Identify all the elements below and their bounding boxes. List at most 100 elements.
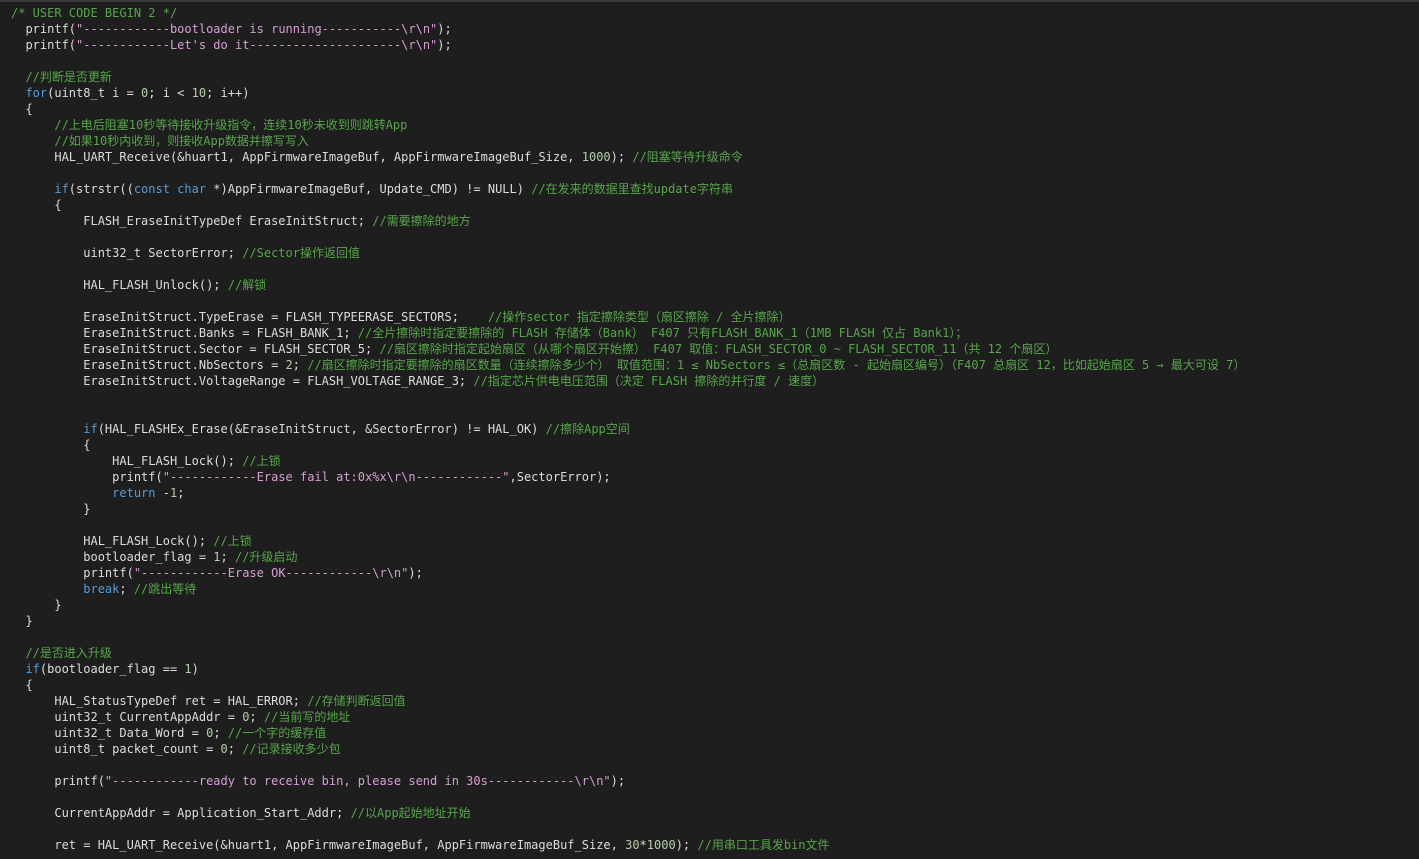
code-token: uint8_t packet_count =: [11, 742, 221, 756]
code-line: //如果10秒内收到，则接收App数据并擦写写入: [11, 133, 1245, 149]
code-token: {: [11, 438, 91, 452]
code-token: ;: [177, 486, 185, 500]
code-token: }: [11, 598, 62, 612]
code-line: {: [11, 197, 1245, 213]
code-line: uint8_t packet_count = 0; //记录接收多少包: [11, 741, 1245, 757]
comment-token: //扇区擦除时指定起始扇区（从哪个扇区开始擦） F407 取值：FLASH_SE…: [379, 342, 1058, 356]
code-token: bootloader_flag =: [11, 550, 214, 564]
code-token: );: [610, 150, 633, 164]
code-line: ret = HAL_UART_Receive(&huart1, AppFirmw…: [11, 837, 1245, 853]
code-token: HAL_UART_Receive(&huart1, AppFirmwareIma…: [11, 150, 582, 164]
code-token: );: [408, 566, 423, 580]
code-line: CurrentAppAddr = Application_Start_Addr;…: [11, 805, 1245, 821]
code-token: ,SectorError);: [509, 470, 611, 484]
comment-token: //需要擦除的地方: [372, 214, 471, 228]
comment-token: //扇区擦除时指定要擦除的扇区数量（连续擦除多少个） 取值范围：1 ≤ NbSe…: [307, 358, 1246, 372]
comment-token: //跳出等待: [133, 582, 197, 596]
code-token: printf(: [11, 38, 77, 52]
code-token: {: [11, 198, 62, 212]
comment-token: //在发来的数据里查找update字符串: [531, 182, 733, 196]
comment-token: //上锁: [242, 454, 281, 468]
comment-token: //全片擦除时指定要擦除的 FLASH 存储体（Bank） F407 只有FLA…: [357, 326, 968, 340]
number-token: 1000: [646, 838, 676, 852]
keyword-token: for: [11, 86, 48, 100]
comment-token: //记录接收多少包: [242, 742, 341, 756]
code-text-area[interactable]: /* USER CODE BEGIN 2 */ printf("--------…: [11, 5, 1245, 853]
code-token: uint32_t CurrentAppAddr =: [11, 710, 243, 724]
code-token: printf(: [11, 22, 77, 36]
comment-token: //上电后阻塞10秒等待接收升级指令，连续10秒未收到则跳转App: [11, 118, 408, 132]
code-token: ): [191, 662, 199, 676]
comment-token: //用串口工具发bin文件: [697, 838, 830, 852]
code-token: HAL_FLASH_Lock();: [11, 454, 243, 468]
keyword-token: if: [11, 182, 69, 196]
code-line: printf("------------Erase OK------------…: [11, 565, 1245, 581]
code-token: {: [11, 102, 33, 116]
code-token: ;: [249, 710, 264, 724]
string-token: "------------Let's do it----------------…: [76, 38, 438, 52]
code-token: -: [155, 486, 170, 500]
comment-token: //以App起始地址开始: [350, 806, 471, 820]
comment-token: /* USER CODE BEGIN 2 */: [11, 6, 178, 20]
code-line: HAL_FLASH_Unlock(); //解锁: [11, 277, 1245, 293]
comment-token: //判断是否更新: [11, 70, 112, 84]
code-line: printf("------------Let's do it---------…: [11, 37, 1245, 53]
comment-token: //如果10秒内收到，则接收App数据并擦写写入: [11, 134, 309, 148]
code-line: printf("------------Erase fail at:0x%x\r…: [11, 469, 1245, 485]
code-line: HAL_UART_Receive(&huart1, AppFirmwareIma…: [11, 149, 1245, 165]
keyword-token: const char: [133, 182, 207, 196]
code-line: HAL_FLASH_Lock(); //上锁: [11, 453, 1245, 469]
code-line: for(uint8_t i = 0; i < 10; i++): [11, 85, 1245, 101]
code-token: (bootloader_flag ==: [39, 662, 185, 676]
code-token: EraseInitStruct.VoltageRange = FLASH_VOL…: [11, 374, 474, 388]
code-line: HAL_FLASH_Lock(); //上锁: [11, 533, 1245, 549]
code-token: (uint8_t i =: [47, 86, 142, 100]
code-token: ret = HAL_UART_Receive(&huart1, AppFirmw…: [11, 838, 626, 852]
code-token: EraseInitStruct.NbSectors =: [11, 358, 286, 372]
comment-token: //Sector操作返回值: [242, 246, 360, 260]
number-token: 2: [285, 358, 293, 372]
code-line: {: [11, 101, 1245, 117]
number-token: 30: [625, 838, 640, 852]
code-line: printf("------------bootloader is runnin…: [11, 21, 1245, 37]
number-token: 1: [184, 662, 192, 676]
code-token: ;: [213, 726, 228, 740]
code-line: printf("------------ready to receive bin…: [11, 773, 1245, 789]
code-token: printf(: [11, 566, 134, 580]
comment-token: //升级启动: [234, 550, 298, 564]
code-line: //判断是否更新: [11, 69, 1245, 85]
code-line: uint32_t SectorError; //Sector操作返回值: [11, 245, 1245, 261]
code-token: uint32_t SectorError;: [11, 246, 243, 260]
code-token: }: [11, 502, 91, 516]
code-token: ;: [220, 550, 235, 564]
code-token: EraseInitStruct.Banks = FLASH_BANK_1;: [11, 326, 358, 340]
number-token: 0: [220, 742, 228, 756]
code-token: {: [11, 678, 33, 692]
code-line: }: [11, 597, 1245, 613]
comment-token: //一个字的缓存值: [227, 726, 327, 740]
code-line: if(HAL_FLASHEx_Erase(&EraseInitStruct, &…: [11, 421, 1245, 437]
comment-token: //当前写的地址: [263, 710, 351, 724]
code-line: if(strstr((const char *)AppFirmwareImage…: [11, 181, 1245, 197]
code-line: EraseInitStruct.Banks = FLASH_BANK_1; //…: [11, 325, 1245, 341]
code-line: }: [11, 501, 1245, 517]
number-token: 1000: [581, 150, 611, 164]
code-token: uint32_t Data_Word =: [11, 726, 207, 740]
code-token: ;: [227, 742, 243, 756]
code-token: (HAL_FLASHEx_Erase(&EraseInitStruct, &Se…: [97, 422, 546, 436]
code-editor[interactable]: /* USER CODE BEGIN 2 */ printf("--------…: [0, 0, 1419, 859]
code-token: HAL_FLASH_Unlock();: [11, 278, 228, 292]
comment-token: //是否进入升级: [11, 646, 112, 660]
keyword-token: return: [11, 486, 156, 500]
code-line: HAL_StatusTypeDef ret = HAL_ERROR; //存储判…: [11, 693, 1245, 709]
code-token: HAL_FLASH_Lock();: [11, 534, 214, 548]
comment-token: //操作sector 指定擦除类型（扇区擦除 / 全片擦除）: [487, 310, 791, 324]
